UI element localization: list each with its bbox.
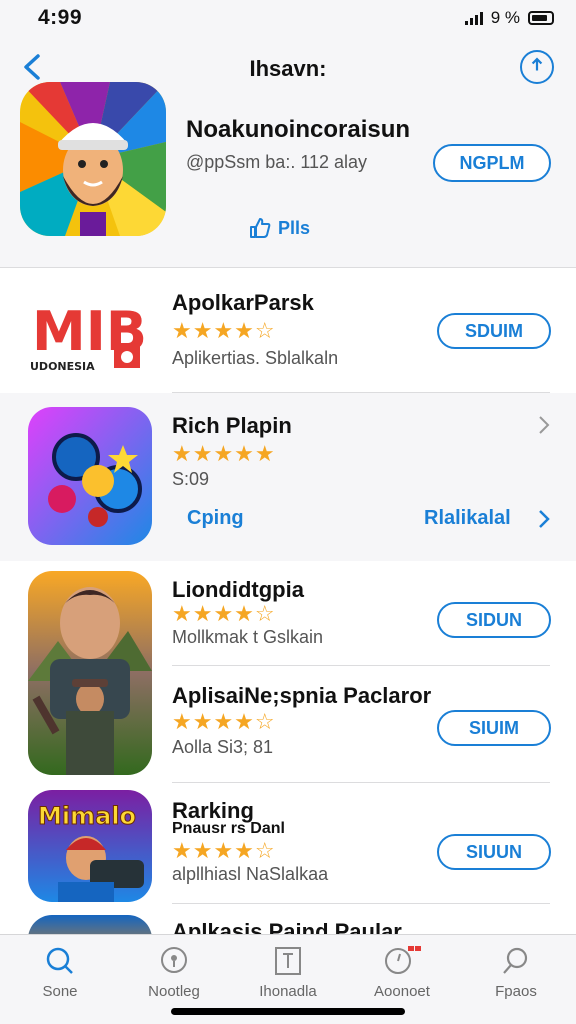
list-item[interactable]: Aplkasis Paind Paular bbox=[0, 903, 576, 934]
search-icon bbox=[46, 947, 73, 974]
divider bbox=[172, 782, 550, 783]
get-button[interactable]: SIUIM bbox=[437, 710, 551, 746]
app-title: ApolkarParsk bbox=[172, 290, 314, 315]
book-icon bbox=[275, 947, 301, 975]
get-button[interactable]: SIDUN bbox=[437, 602, 551, 638]
notification-badge bbox=[415, 946, 421, 951]
star-rating: ★★★★☆ bbox=[172, 318, 276, 343]
get-button[interactable]: SIUUN bbox=[437, 834, 551, 870]
share-icon[interactable] bbox=[520, 50, 554, 84]
star-rating: ★★★★☆ bbox=[172, 709, 276, 734]
page-title: Ihsavn: bbox=[249, 56, 327, 81]
magnifier-icon bbox=[503, 947, 528, 974]
app-subtitle: Mollkmak t Gslkain bbox=[172, 627, 324, 647]
tab-nootleg[interactable]: Nootleg bbox=[124, 945, 224, 1000]
tab-label: Sone bbox=[42, 983, 78, 1000]
app-subtitle: Aolla Si3; 81 bbox=[172, 737, 274, 757]
featured-app-subtitle: @ppSsm ba:. 112 alay bbox=[186, 152, 368, 172]
link-left[interactable]: Cping bbox=[187, 507, 244, 530]
app-icon bbox=[28, 407, 152, 545]
tab-aoonoet[interactable]: Aoonoet bbox=[352, 945, 452, 1000]
status-bar: 4:99 9 % bbox=[0, 0, 576, 38]
app-subtitle: S:09 bbox=[172, 469, 210, 489]
battery-icon bbox=[528, 11, 554, 25]
app-title-line2: Pnausr rs Danl bbox=[172, 820, 285, 837]
notification-badge bbox=[408, 946, 414, 951]
app-icon bbox=[28, 571, 152, 775]
app-title: AplisaiNe;spnia Paclaror bbox=[172, 683, 432, 708]
app-title: Rich Plapin bbox=[172, 413, 292, 438]
app-icon: MIB UDONESIA bbox=[28, 288, 152, 372]
get-button[interactable]: SDUIM bbox=[437, 313, 551, 349]
app-icon-caption: UDONESIA bbox=[30, 360, 95, 372]
app-icon: Mimalo bbox=[28, 790, 152, 902]
app-title: Liondidtgpia bbox=[172, 577, 304, 602]
status-icons: 9 % bbox=[464, 8, 554, 28]
tab-label: Aoonoet bbox=[374, 983, 430, 1000]
pin-icon bbox=[161, 947, 187, 973]
tab-label: Ihonadla bbox=[259, 983, 317, 1000]
tab-fpaos[interactable]: Fpaos bbox=[466, 945, 566, 1000]
link-right[interactable]: Rlalikalal bbox=[424, 507, 511, 530]
app-subtitle: Aplikertias. Sblalkaln bbox=[172, 348, 339, 368]
chevron-right-icon[interactable] bbox=[538, 415, 550, 435]
thumbs-up-icon bbox=[250, 218, 271, 238]
star-rating: ★★★★★ bbox=[172, 441, 276, 466]
app-title: Aplkasis Paind Paular bbox=[172, 919, 402, 934]
app-icon-letters: Mimalo bbox=[38, 802, 136, 830]
tab-label: Nootleg bbox=[148, 983, 200, 1000]
featured-app-icon[interactable] bbox=[20, 82, 166, 236]
battery-percent: 9 % bbox=[490, 8, 520, 27]
home-indicator[interactable] bbox=[171, 1008, 405, 1015]
clock-icon bbox=[385, 946, 421, 974]
tab-search[interactable]: Sone bbox=[10, 945, 110, 1000]
signal-icon bbox=[464, 11, 483, 25]
plus-link[interactable]: Plls bbox=[248, 216, 310, 240]
app-header: Ihsavn: Noakunoincoraisun @ppSsm ba:. 11… bbox=[0, 38, 576, 268]
tab-ihonadla[interactable]: Ihonadla bbox=[238, 945, 338, 1000]
app-subtitle: alpllhiasl NaSlalkaa bbox=[172, 864, 329, 884]
status-time: 4:99 bbox=[38, 6, 83, 29]
app-icon bbox=[28, 915, 152, 934]
divider bbox=[172, 665, 550, 666]
plus-label: Plls bbox=[278, 217, 311, 238]
featured-app-name: Noakunoincoraisun bbox=[186, 116, 411, 143]
tab-label: Fpaos bbox=[495, 983, 537, 1000]
star-rating: ★★★★☆ bbox=[172, 601, 276, 626]
featured-get-button[interactable]: NGPLM bbox=[433, 144, 551, 182]
chevron-right-icon[interactable] bbox=[538, 509, 550, 529]
star-rating: ★★★★☆ bbox=[172, 838, 276, 863]
